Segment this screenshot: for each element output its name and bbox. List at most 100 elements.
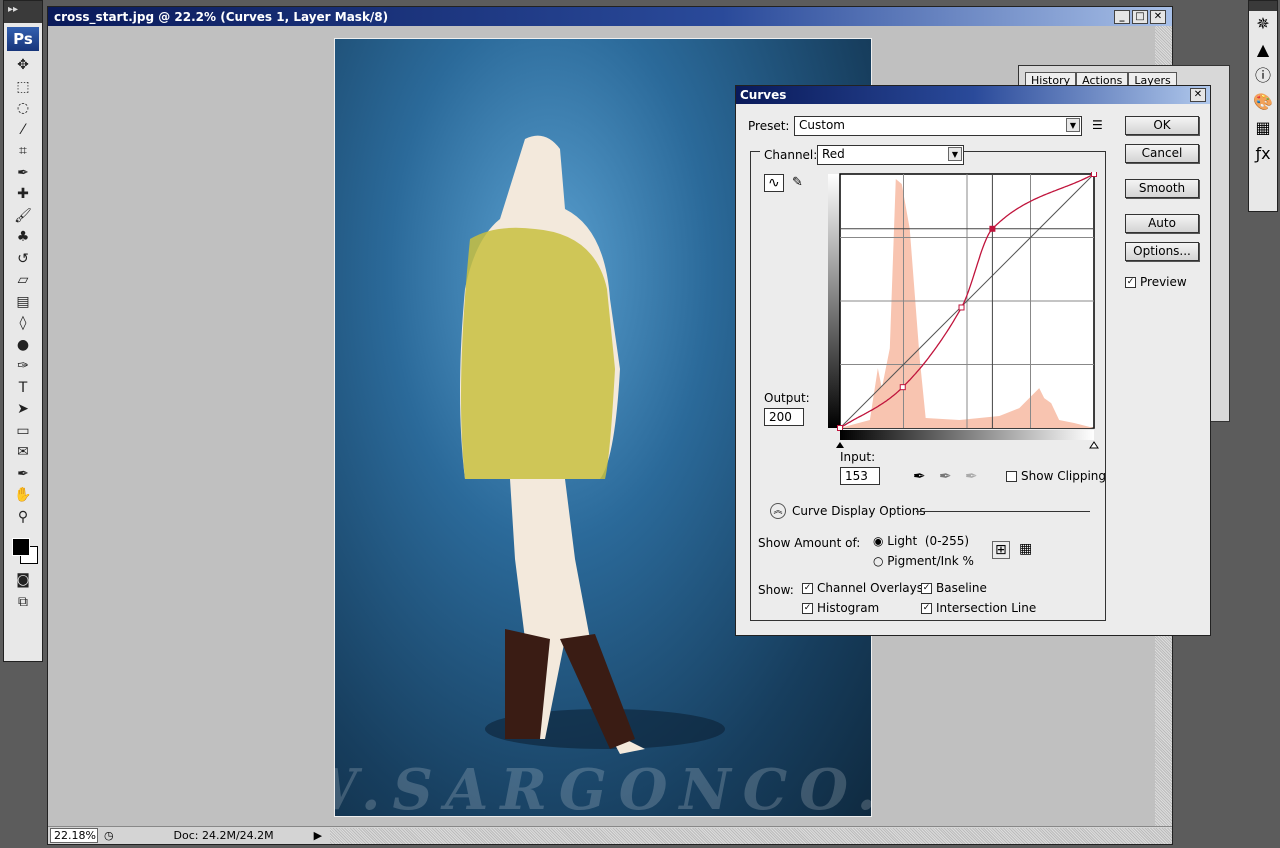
channel-label: Channel: xyxy=(760,148,822,162)
intersection-line-label: Intersection Line xyxy=(936,601,1037,615)
check-icon: ✓ xyxy=(1125,277,1136,288)
curves-graph[interactable] xyxy=(826,172,1106,452)
chevron-down-icon: ▼ xyxy=(1066,118,1080,132)
input-label: Input: xyxy=(840,450,876,464)
dodge-icon[interactable]: ● xyxy=(4,335,42,357)
channel-overlays-label: Channel Overlays xyxy=(817,581,923,595)
curve-point[interactable] xyxy=(989,225,996,232)
show-clipping-checkbox[interactable]: Show Clipping xyxy=(1006,469,1106,483)
preset-select[interactable]: Custom ▼ xyxy=(794,116,1082,136)
close-button[interactable]: ✕ xyxy=(1190,88,1206,102)
foreground-color[interactable] xyxy=(12,538,30,556)
black-point-slider[interactable] xyxy=(836,442,844,448)
histogram-checkbox[interactable]: ✓ Histogram xyxy=(802,601,879,615)
maximize-button[interactable]: □ xyxy=(1132,9,1148,24)
curves-dialog: Curves ✕ Preset: Custom ▼ ☰ OK Cancel Smo… xyxy=(735,85,1211,636)
show-amount-label: Show Amount of: xyxy=(758,536,861,550)
clone-stamp-icon[interactable]: ♣ xyxy=(4,227,42,249)
dialog-title: Curves xyxy=(740,88,787,102)
marquee-icon[interactable]: ⬚ xyxy=(4,77,42,99)
input-field[interactable]: 153 xyxy=(840,467,880,485)
ok-button[interactable]: OK xyxy=(1125,116,1199,135)
checkbox-box xyxy=(1006,471,1017,482)
magic-wand-icon[interactable]: ⁄ xyxy=(4,120,42,142)
type-icon[interactable]: T xyxy=(4,378,42,400)
blur-icon[interactable]: ◊ xyxy=(4,313,42,335)
hand-icon[interactable]: ✋ xyxy=(4,485,42,507)
auto-button[interactable]: Auto xyxy=(1125,214,1199,233)
screen-mode-icon[interactable]: ⧉ xyxy=(4,592,42,614)
close-button[interactable]: ✕ xyxy=(1150,9,1166,24)
status-clock-icon[interactable]: ◷ xyxy=(104,829,114,842)
path-selection-icon[interactable]: ➤ xyxy=(4,399,42,421)
navigator-icon[interactable]: ✵ xyxy=(1249,11,1277,37)
brush-icon[interactable]: 🖌 xyxy=(4,206,42,228)
pencil-icon[interactable]: ✎ xyxy=(792,175,803,190)
healing-brush-icon[interactable]: ✚ xyxy=(4,184,42,206)
history-brush-icon[interactable]: ↺ xyxy=(4,249,42,271)
channel-overlays-checkbox[interactable]: ✓ Channel Overlays xyxy=(802,581,923,595)
minimize-button[interactable]: _ xyxy=(1114,9,1130,24)
preset-label: Preset: xyxy=(748,119,790,133)
crop-icon[interactable]: ⌗ xyxy=(4,141,42,163)
check-icon: ✓ xyxy=(921,603,932,614)
status-bar: 22.18% ◷ Doc: 24.2M/24.2M ▶ xyxy=(48,826,1172,844)
color-palette-icon[interactable]: 🎨 xyxy=(1249,89,1277,115)
options-button[interactable]: Options... xyxy=(1125,242,1199,261)
pigment-label: Pigment/Ink % xyxy=(887,554,974,568)
eraser-icon[interactable]: ▱ xyxy=(4,270,42,292)
show-label: Show: xyxy=(758,583,794,597)
light-radio[interactable]: ◉ Light (0-255) xyxy=(873,534,969,548)
expand-icon[interactable]: ▸▸ xyxy=(4,1,42,23)
baseline-checkbox[interactable]: ✓ Baseline xyxy=(921,581,987,595)
black-eyedropper-icon[interactable]: ✒ xyxy=(913,467,926,485)
output-gradient-bar xyxy=(828,174,840,428)
gray-eyedropper-icon[interactable]: ✒ xyxy=(939,467,952,485)
curve-point[interactable] xyxy=(899,384,906,391)
status-menu-arrow-icon[interactable]: ▶ xyxy=(314,829,322,842)
notes-icon[interactable]: ✉ xyxy=(4,442,42,464)
curve-point[interactable] xyxy=(1091,172,1097,177)
white-eyedropper-icon[interactable]: ✒ xyxy=(965,467,978,485)
styles-fx-icon[interactable]: ƒx xyxy=(1249,141,1277,167)
chevron-down-icon: ▼ xyxy=(948,147,962,161)
preset-value: Custom xyxy=(799,118,845,132)
channel-select[interactable]: Red ▼ xyxy=(817,145,964,165)
swatches-icon[interactable]: ▦ xyxy=(1249,115,1277,141)
simple-grid-icon[interactable]: ⊞ xyxy=(992,541,1010,559)
quick-mask-icon[interactable]: ◙ xyxy=(4,570,42,592)
eyedropper-icon[interactable]: ✒ xyxy=(4,163,42,185)
info-icon[interactable]: ⓘ xyxy=(1249,63,1277,89)
preview-label: Preview xyxy=(1140,275,1187,289)
intersection-line-checkbox[interactable]: ✓ Intersection Line xyxy=(921,601,1036,615)
detailed-grid-icon[interactable]: ▦ xyxy=(1019,541,1032,557)
preview-checkbox[interactable]: ✓ Preview xyxy=(1125,275,1187,289)
lasso-icon[interactable]: ◌ xyxy=(4,98,42,120)
white-point-slider[interactable] xyxy=(1089,441,1099,449)
pigment-radio[interactable]: ○ Pigment/Ink % xyxy=(873,554,974,568)
channel-value: Red xyxy=(822,147,845,161)
move-icon[interactable]: ✥ xyxy=(4,55,42,77)
shape-icon[interactable]: ▭ xyxy=(4,421,42,443)
curves-title-bar: Curves ✕ xyxy=(736,86,1210,104)
smooth-button[interactable]: Smooth xyxy=(1125,179,1199,198)
curve-point[interactable] xyxy=(837,425,843,431)
doc-size: Doc: 24.2M/24.2M xyxy=(173,829,274,842)
color-swatches[interactable] xyxy=(8,534,38,564)
horizontal-scrollbar[interactable] xyxy=(330,827,1172,844)
zoom-level-field[interactable]: 22.18% xyxy=(50,828,98,843)
panel-dock: ✵ ▲ ⓘ 🎨 ▦ ƒx xyxy=(1248,0,1278,212)
collapse-chevron-icon[interactable]: ︽ xyxy=(770,503,786,519)
cancel-button[interactable]: Cancel xyxy=(1125,144,1199,163)
curve-point[interactable] xyxy=(958,304,965,311)
curve-tool-icon[interactable]: ∿ xyxy=(764,174,784,192)
check-icon: ✓ xyxy=(802,583,813,594)
eyedropper-icon[interactable]: ✒ xyxy=(4,464,42,486)
histogram-icon[interactable]: ▲ xyxy=(1249,37,1277,63)
pen-icon[interactable]: ✑ xyxy=(4,356,42,378)
output-field[interactable]: 200 xyxy=(764,408,804,426)
check-icon: ✓ xyxy=(921,583,932,594)
gradient-icon[interactable]: ▤ xyxy=(4,292,42,314)
zoom-icon[interactable]: ⚲ xyxy=(4,507,42,529)
preset-options-icon[interactable]: ☰ xyxy=(1092,118,1103,132)
